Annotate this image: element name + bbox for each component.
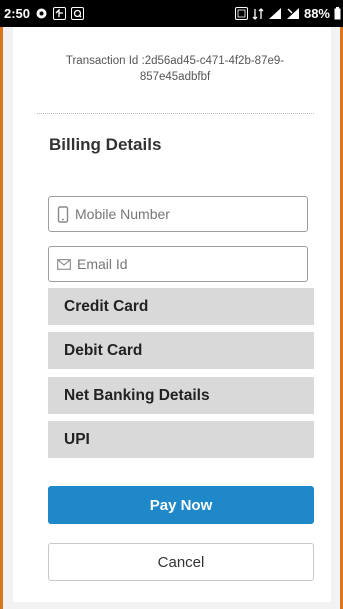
email-id-field[interactable]: Email Id [48,246,308,282]
notification-icon [35,7,48,20]
status-bar: 2:50 88% [0,0,343,27]
mobile-number-field[interactable]: Mobile Number [48,196,308,232]
signal-icon [286,7,300,20]
cancel-button[interactable]: Cancel [48,543,314,581]
credit-card-option[interactable]: Credit Card [48,288,314,325]
phone-icon [57,205,69,223]
upi-option[interactable]: UPI [48,421,314,458]
battery-icon [334,7,341,20]
status-left: 2:50 [4,6,85,21]
debit-card-option[interactable]: Debit Card [48,332,314,369]
envelope-icon [57,258,71,270]
app-icon-2 [71,7,85,20]
network-icon [234,7,248,20]
transaction-id: Transaction Id :2d56ad45-c471-4f2b-87e9-… [65,55,285,83]
mobile-number-placeholder: Mobile Number [75,206,170,222]
wifi-icon [268,7,282,20]
status-right: 88% [234,6,343,21]
pay-now-button[interactable]: Pay Now [48,486,314,524]
email-id-placeholder: Email Id [77,256,128,272]
app-icon [53,7,67,20]
battery-percentage: 88% [303,6,330,21]
billing-title: Billing Details [49,135,162,154]
net-banking-option[interactable]: Net Banking Details [48,377,314,414]
section-divider [37,113,314,114]
status-time: 2:50 [4,6,31,21]
data-icon [252,7,264,21]
